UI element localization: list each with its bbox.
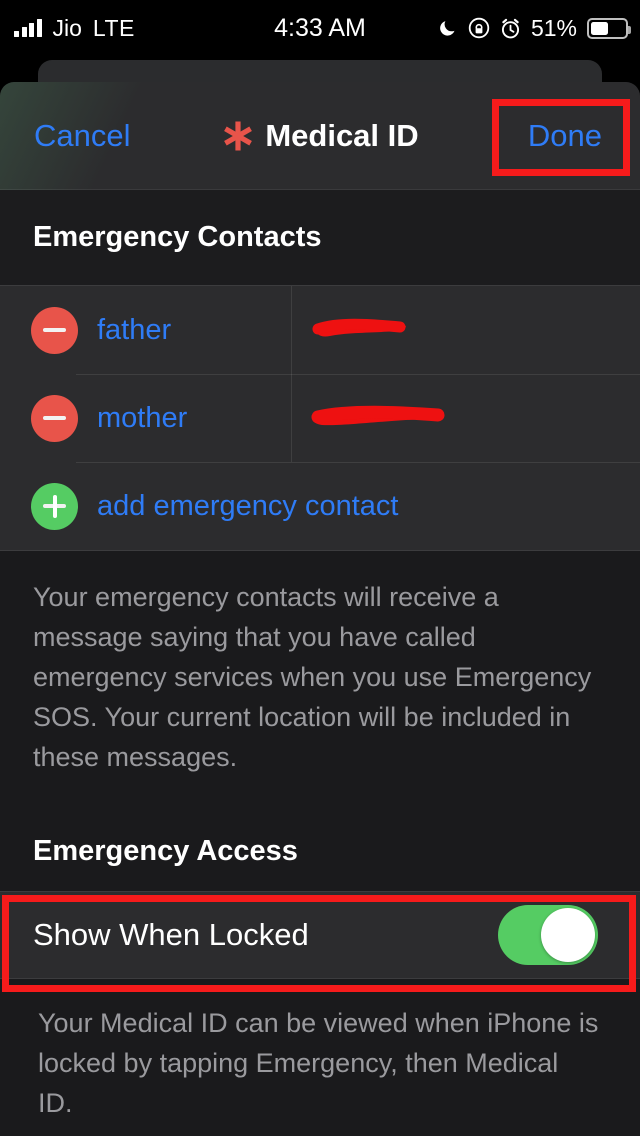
table-row[interactable]: mother bbox=[0, 374, 640, 462]
battery-percent-label: 51% bbox=[530, 14, 577, 41]
row-divider bbox=[76, 374, 640, 375]
emergency-contacts-list: father mother add emergency contact bbox=[0, 285, 640, 551]
toggle-knob bbox=[541, 908, 595, 962]
row-divider bbox=[76, 462, 640, 463]
status-bar: Jio LTE 4:33 AM 51% bbox=[0, 0, 640, 56]
column-divider bbox=[291, 286, 292, 374]
navigation-bar: Cancel Medical ID Done bbox=[0, 82, 640, 190]
rotation-lock-icon bbox=[468, 17, 490, 39]
add-emergency-contact-row[interactable]: add emergency contact bbox=[0, 462, 640, 550]
phone-screen: Jio LTE 4:33 AM 51% Cancel Medical ID Do… bbox=[0, 0, 640, 1136]
emergency-contacts-footnote: Your emergency contacts will receive a m… bbox=[0, 551, 640, 777]
redacted-contact-name bbox=[308, 312, 418, 348]
minus-circle-icon[interactable] bbox=[31, 306, 78, 354]
add-emergency-contact-label: add emergency contact bbox=[97, 489, 399, 522]
show-when-locked-label: Show When Locked bbox=[33, 917, 309, 952]
clock-label: 4:33 AM bbox=[274, 13, 366, 42]
medical-id-sheet: Cancel Medical ID Done Emergency Contact… bbox=[0, 82, 640, 1136]
emergency-access-footnote: Your Medical ID can be viewed when iPhon… bbox=[0, 979, 640, 1123]
done-button[interactable]: Done bbox=[528, 82, 602, 190]
moon-icon bbox=[440, 21, 455, 36]
alarm-icon bbox=[501, 18, 520, 38]
medical-asterisk-icon bbox=[224, 121, 253, 151]
emergency-contacts-header: Emergency Contacts bbox=[0, 190, 640, 285]
page-title: Medical ID bbox=[265, 118, 419, 153]
battery-icon bbox=[587, 17, 631, 39]
plus-circle-icon[interactable] bbox=[31, 482, 78, 530]
show-when-locked-toggle[interactable] bbox=[498, 905, 598, 965]
status-bar-right: 51% bbox=[438, 0, 631, 56]
contact-relationship-label: mother bbox=[97, 401, 188, 434]
minus-circle-icon[interactable] bbox=[31, 394, 78, 442]
contact-relationship-label: father bbox=[97, 313, 172, 346]
show-when-locked-row[interactable]: Show When Locked bbox=[0, 891, 640, 979]
done-button-label: Done bbox=[527, 118, 602, 153]
table-row[interactable]: father bbox=[0, 286, 640, 374]
emergency-access-header: Emergency Access bbox=[0, 811, 640, 891]
column-divider bbox=[291, 374, 292, 462]
section-header-label: Emergency Access bbox=[33, 834, 298, 867]
redacted-contact-name bbox=[308, 398, 448, 436]
section-header-label: Emergency Contacts bbox=[33, 221, 322, 253]
